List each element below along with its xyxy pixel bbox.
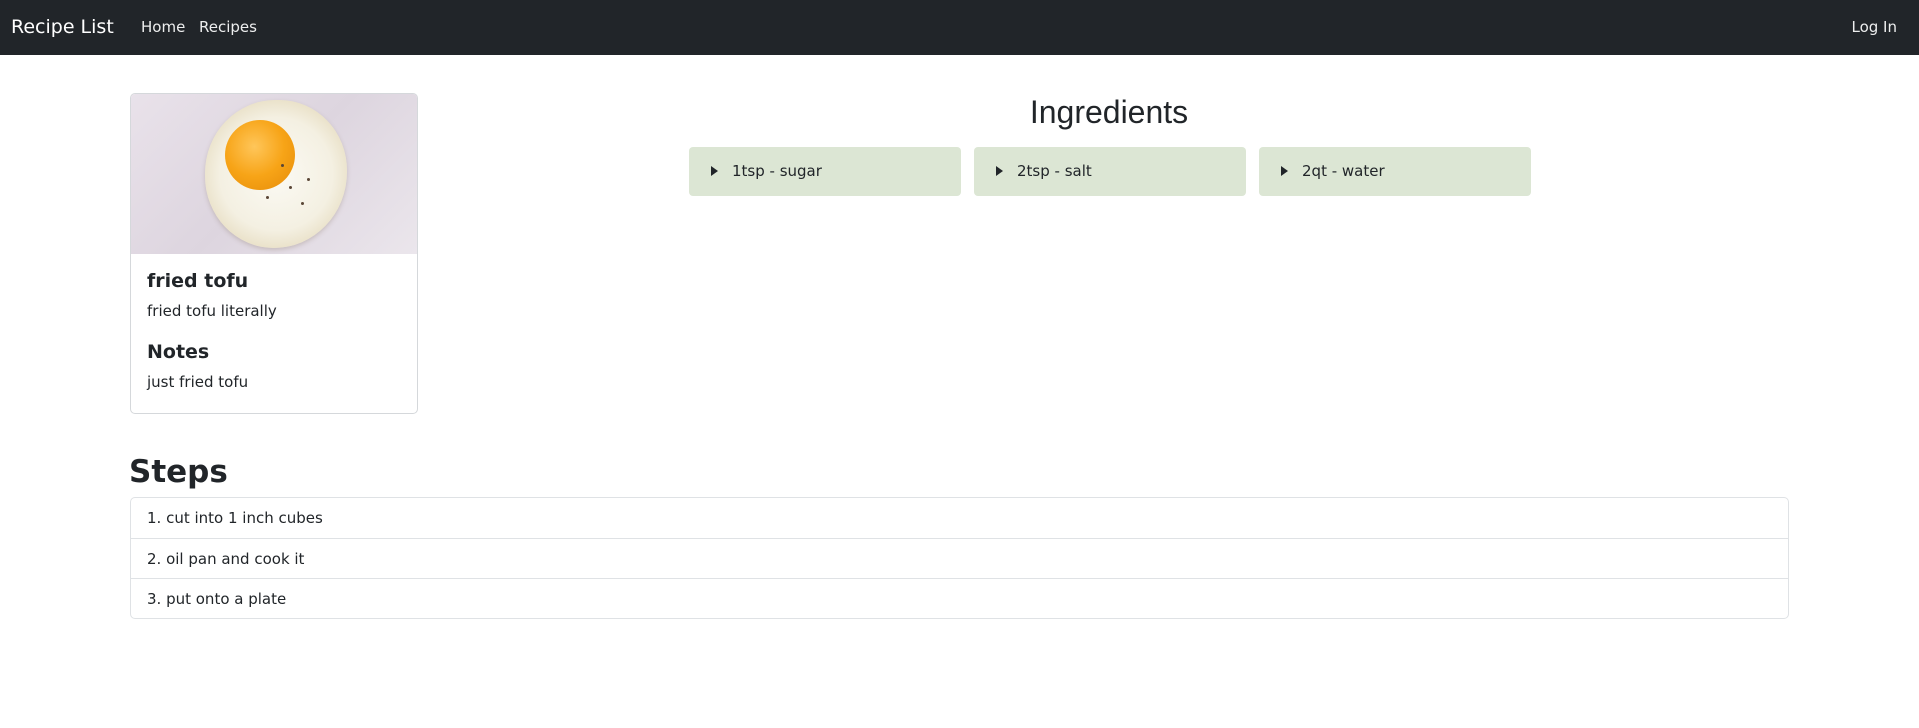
pepper-speck (289, 186, 292, 189)
pepper-speck (307, 178, 310, 181)
caret-right-icon (711, 166, 718, 176)
step-item: 2. oil pan and cook it (131, 538, 1788, 578)
recipe-card-body: fried tofu fried tofu literally Notes ju… (147, 269, 403, 392)
pepper-speck (266, 196, 269, 199)
nav-home-link[interactable]: Home (141, 17, 185, 37)
egg-yolk (225, 120, 295, 190)
ingredient-item[interactable]: 2qt - water (1259, 147, 1531, 196)
step-item: 3. put onto a plate (131, 578, 1788, 618)
navbar: Recipe List Home Recipes Log In (0, 0, 1919, 55)
recipe-title: fried tofu (147, 270, 249, 292)
notes-heading: Notes (147, 341, 210, 363)
recipe-description: fried tofu literally (147, 302, 277, 320)
ingredient-item[interactable]: 2tsp - salt (974, 147, 1246, 196)
ingredient-label: 2tsp - salt (1017, 162, 1092, 180)
caret-right-icon (996, 166, 1003, 176)
steps-heading: Steps (129, 454, 228, 490)
ingredient-item[interactable]: 1tsp - sugar (689, 147, 961, 196)
nav-recipes-link[interactable]: Recipes (199, 17, 257, 37)
caret-right-icon (1281, 166, 1288, 176)
ingredient-label: 1tsp - sugar (732, 162, 822, 180)
brand-link[interactable]: Recipe List (11, 14, 114, 40)
step-item: 1. cut into 1 inch cubes (147, 509, 323, 527)
recipe-card: fried tofu fried tofu literally Notes ju… (130, 93, 418, 414)
ingredients-heading: Ingredients (1029, 94, 1189, 130)
login-link[interactable]: Log In (1852, 17, 1898, 37)
recipe-image (131, 94, 417, 254)
pepper-speck (301, 202, 304, 205)
pepper-speck (281, 164, 284, 167)
steps-list: 1. cut into 1 inch cubes 2. oil pan and … (130, 497, 1789, 619)
recipe-notes: just fried tofu (147, 373, 249, 391)
ingredient-label: 2qt - water (1302, 162, 1385, 180)
